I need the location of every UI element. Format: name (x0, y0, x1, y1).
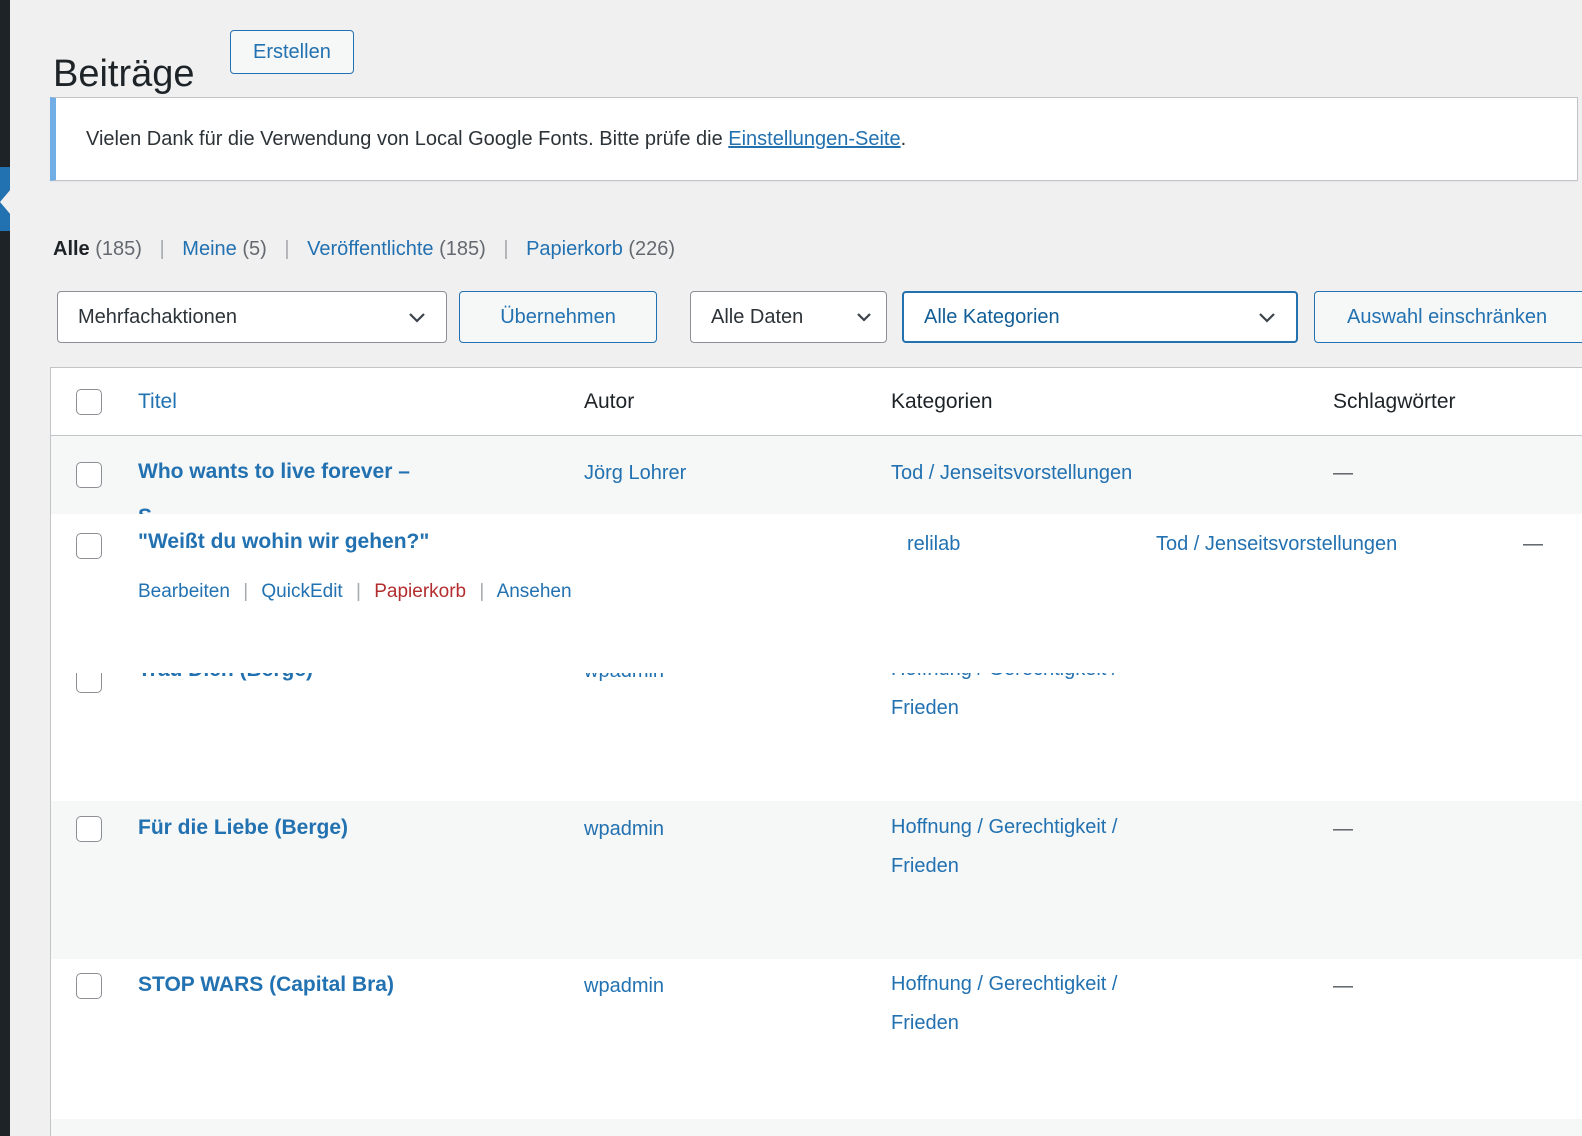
filter-all-count: (185) (95, 238, 142, 260)
table-row-hovered: "Weißt du wohin wir gehen?" relilab Tod … (51, 514, 1582, 673)
separator: | (160, 238, 165, 260)
bulk-actions-value: Mehrfachaktionen (78, 306, 237, 329)
row-actions: Bearbeiten | QuickEdit | Papierkorb | An… (138, 580, 572, 604)
page-title: Beiträge (53, 49, 195, 99)
edit-action[interactable]: Bearbeiten (138, 581, 230, 602)
filter-published[interactable]: Veröffentlichte (307, 238, 433, 260)
separator: | (503, 238, 508, 260)
date-filter-select[interactable]: Alle Daten (690, 291, 887, 343)
separator: | (243, 581, 248, 602)
post-title-link[interactable]: STOP WARS (Capital Bra) (138, 971, 394, 998)
bulk-actions-select[interactable]: Mehrfachaktionen (57, 291, 447, 343)
row-checkbox[interactable] (76, 973, 102, 999)
date-filter-value: Alle Daten (711, 306, 803, 329)
separator: | (479, 581, 484, 602)
author-link[interactable]: Jörg Lohrer (584, 460, 686, 486)
restrict-selection-button[interactable]: Auswahl einschränken (1314, 291, 1582, 343)
view-action[interactable]: Ansehen (497, 581, 572, 602)
table-row (51, 1119, 1582, 1136)
column-header-author: Autor (584, 389, 634, 415)
category-filter-value: Alle Kategorien (924, 306, 1060, 329)
notice-text: Vielen Dank für die Verwendung von Local… (86, 128, 728, 150)
category-link[interactable]: Tod / Jenseitsvorstellungen (891, 460, 1132, 486)
category-link[interactable]: Hoffnung / Gerechtigkeit / (891, 971, 1117, 997)
column-header-title[interactable]: Titel (138, 389, 177, 415)
row-checkbox[interactable] (76, 533, 102, 559)
chevron-down-icon (856, 312, 872, 322)
filter-all[interactable]: Alle (53, 238, 90, 260)
filter-published-count: (185) (439, 238, 486, 260)
posts-admin-page: Beiträge Erstellen Vielen Dank für die V… (0, 0, 1582, 1136)
author-link[interactable]: wpadmin (584, 816, 664, 842)
column-header-categories: Kategorien (891, 389, 993, 415)
chevron-down-icon (1258, 312, 1276, 323)
row-checkbox[interactable] (76, 816, 102, 842)
author-link[interactable]: relilab (907, 531, 960, 557)
filter-mine-count: (5) (242, 238, 266, 260)
category-link[interactable]: Hoffnung / Gerechtigkeit / (891, 814, 1117, 840)
post-title-link[interactable]: "Weißt du wohin wir gehen?" (138, 528, 429, 555)
post-title-link[interactable]: Who wants to live forever – (138, 458, 410, 485)
separator: | (284, 238, 289, 260)
filter-mine[interactable]: Meine (182, 238, 236, 260)
category-link[interactable]: Tod / Jenseitsvorstellungen (1156, 531, 1397, 557)
admin-menu-strip[interactable] (0, 0, 10, 1136)
tags-empty-dash: — (1333, 816, 1353, 842)
filter-trash-count: (226) (628, 238, 675, 260)
post-title-link[interactable]: Für die Liebe (Berge) (138, 814, 348, 841)
tags-empty-dash: — (1333, 973, 1353, 999)
tags-empty-dash: — (1333, 460, 1353, 486)
row-checkbox[interactable] (76, 462, 102, 488)
tags-empty-dash: — (1523, 531, 1543, 557)
separator: | (356, 581, 361, 602)
filter-trash[interactable]: Papierkorb (526, 238, 623, 260)
quickedit-action[interactable]: QuickEdit (261, 581, 342, 602)
select-all-checkbox[interactable] (76, 389, 102, 415)
category-link[interactable]: Frieden (891, 853, 959, 879)
trash-action[interactable]: Papierkorb (374, 581, 466, 602)
chevron-down-icon (408, 312, 426, 323)
status-filter-links: Alle (185) | Meine (5) | Veröffentlichte… (53, 238, 675, 261)
notice-suffix: . (901, 128, 907, 150)
posts-table: Titel Autor Kategorien Schlagwörter Who … (50, 367, 1582, 1136)
table-header-row: Titel Autor Kategorien Schlagwörter (51, 368, 1582, 436)
settings-page-link[interactable]: Einstellungen-Seite (728, 128, 900, 150)
category-link[interactable]: Frieden (891, 1010, 959, 1036)
create-post-button[interactable]: Erstellen (230, 30, 354, 74)
author-link[interactable]: wpadmin (584, 973, 664, 999)
notice-banner: Vielen Dank für die Verwendung von Local… (50, 97, 1578, 181)
apply-button[interactable]: Übernehmen (459, 291, 657, 343)
category-filter-select[interactable]: Alle Kategorien (902, 291, 1298, 343)
category-link[interactable]: Frieden (891, 695, 959, 721)
column-header-tags: Schlagwörter (1333, 389, 1456, 415)
